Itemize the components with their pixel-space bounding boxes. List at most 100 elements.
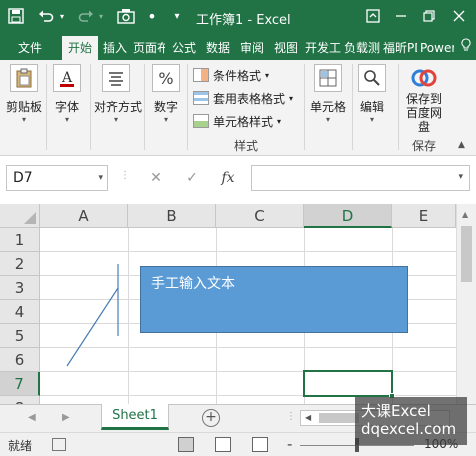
number-label: 数字 — [153, 100, 178, 114]
ribbon-tabs: 文件 开始 插入 页面布局 公式 数据 审阅 视图 开发工具 负载测试 福昕PD… — [0, 34, 476, 60]
styles-group-label: 样式 — [234, 139, 259, 153]
worksheet-grid[interactable]: A B C D E 1 2 3 4 5 6 7 8 手工输入文本 — [0, 204, 476, 404]
chevron-down-icon: ▾ — [113, 115, 118, 124]
ribbon-divider — [304, 64, 305, 150]
conditional-format-button[interactable]: 条件格式 ▾ — [193, 66, 269, 84]
title-bar: ▾ ▾ • ▾ 工作簿1 - Excel — [0, 0, 476, 34]
sheet-tab-sheet1[interactable]: Sheet1 — [101, 404, 169, 430]
cell-styles-label: 单元格样式 — [213, 114, 274, 129]
clipboard-button[interactable]: 剪贴板 ▾ — [2, 64, 46, 124]
tab-power-pivot[interactable]: Power Pivot — [420, 36, 454, 60]
next-sheet-icon[interactable]: ▶ — [62, 412, 70, 423]
vertical-scroll-thumb[interactable] — [461, 226, 472, 282]
normal-view-icon[interactable] — [178, 437, 194, 452]
tab-file[interactable]: 文件 — [4, 36, 56, 60]
tab-load-test[interactable]: 负载测试 — [344, 36, 380, 60]
macro-record-icon[interactable] — [52, 438, 66, 451]
horizontal-scroll-thumb[interactable] — [319, 413, 359, 423]
tab-split-grip-icon[interactable]: ⋮ — [286, 411, 296, 422]
tab-home[interactable]: 开始 — [62, 36, 98, 60]
ribbon-display-icon[interactable] — [364, 6, 382, 26]
name-box[interactable]: D7 ▾ — [6, 165, 108, 191]
clipboard-icon — [10, 64, 38, 92]
cell-styles-button[interactable]: 单元格样式 ▾ — [193, 112, 281, 130]
cells-button[interactable]: 单元格 ▾ — [306, 64, 350, 124]
cells-icon — [314, 64, 342, 92]
save-to-baidu-button[interactable]: 保存到百度网盘 — [400, 64, 444, 138]
redo-dropdown-icon[interactable]: ▾ — [96, 6, 106, 26]
text-box-content: 手工输入文本 — [151, 276, 235, 292]
chevron-down-icon: ▾ — [289, 93, 294, 103]
cancel-icon[interactable]: ✕ — [138, 170, 174, 186]
ribbon-divider — [187, 64, 188, 150]
redo-icon[interactable] — [76, 6, 96, 26]
table-format-label: 套用表格格式 — [213, 91, 286, 106]
scroll-left-icon[interactable]: ◀ — [305, 413, 311, 422]
name-box-value: D7 — [13, 170, 33, 186]
tab-view[interactable]: 视图 — [271, 36, 301, 60]
zoom-out-button[interactable]: - — [287, 435, 292, 453]
camera-icon[interactable] — [116, 6, 136, 26]
editing-button[interactable]: 编辑 ▾ — [350, 64, 394, 124]
active-cell-d7[interactable] — [303, 370, 393, 397]
scroll-up-icon[interactable]: ▲ — [462, 210, 468, 219]
font-button[interactable]: A 字体 ▾ — [45, 64, 89, 124]
baidu-cloud-icon — [410, 64, 438, 92]
text-box-shape[interactable]: 手工输入文本 — [140, 266, 408, 333]
undo-dropdown-icon[interactable]: ▾ — [57, 6, 67, 26]
page-break-view-icon[interactable] — [252, 437, 268, 452]
restore-icon[interactable] — [420, 6, 438, 26]
watermark-line1: 大课Excel — [361, 402, 431, 420]
formula-buttons: ✕ ✓ fx — [138, 165, 248, 191]
chevron-down-icon: ▾ — [325, 115, 330, 124]
customize-qat-icon[interactable]: ▾ — [170, 6, 184, 26]
alignment-button[interactable]: 对齐方式 ▾ — [94, 64, 143, 124]
minimize-icon[interactable] — [392, 6, 410, 26]
conditional-format-label: 条件格式 — [213, 68, 262, 83]
more-dot-icon[interactable]: • — [146, 6, 158, 26]
enter-icon[interactable]: ✓ — [174, 170, 210, 186]
percent-icon: % — [152, 64, 180, 92]
number-button[interactable]: % 数字 ▾ — [144, 64, 188, 124]
chevron-down-icon: ▾ — [21, 115, 26, 124]
table-format-button[interactable]: 套用表格格式 ▾ — [193, 89, 293, 107]
conditional-format-icon — [193, 68, 209, 82]
tab-review[interactable]: 审阅 — [237, 36, 267, 60]
formula-bar: D7 ▾ ⋮ ✕ ✓ fx ▾ — [0, 156, 476, 202]
ribbon-divider — [398, 64, 399, 150]
watermark-line2: dqexcel.com — [361, 420, 457, 438]
insert-function-button[interactable]: fx — [210, 170, 246, 186]
undo-icon[interactable] — [36, 6, 56, 26]
tell-me-icon[interactable] — [458, 36, 474, 60]
save-icon[interactable] — [6, 6, 26, 26]
alignment-label: 对齐方式 — [94, 100, 143, 114]
tab-foxit-pdf[interactable]: 福昕PDF — [383, 36, 417, 60]
diagonal-line-shape[interactable] — [66, 287, 119, 367]
clipboard-label: 剪贴板 — [5, 100, 42, 114]
chevron-down-icon[interactable]: ▾ — [98, 166, 103, 190]
tab-developer[interactable]: 开发工具 — [305, 36, 341, 60]
page-layout-view-icon[interactable] — [215, 437, 231, 452]
add-sheet-button[interactable]: + — [202, 409, 220, 427]
font-label: 字体 — [54, 100, 79, 114]
chevron-down-icon: ▾ — [277, 116, 282, 126]
ribbon-home: 剪贴板 ▾ A 字体 ▾ 对齐方式 ▾ % 数字 ▾ 条件格式 ▾ 套用表格格式… — [0, 60, 476, 156]
svg-text:A: A — [61, 70, 73, 86]
tab-insert[interactable]: 插入 — [100, 36, 130, 60]
close-icon[interactable] — [450, 6, 468, 26]
ribbon-divider — [90, 64, 91, 150]
formula-input[interactable]: ▾ — [251, 165, 470, 191]
save-to-baidu-label: 保存到百度网盘 — [405, 92, 442, 134]
prev-sheet-icon[interactable]: ◀ — [28, 412, 36, 423]
chevron-down-icon[interactable]: ▾ — [458, 172, 463, 182]
vertical-scrollbar[interactable]: ▲ — [456, 204, 476, 404]
tab-page-layout[interactable]: 页面布局 — [133, 36, 165, 60]
watermark: 大课Excel dqexcel.com — [355, 397, 467, 445]
collapse-ribbon-icon[interactable]: ▲ — [458, 140, 465, 150]
tab-data[interactable]: 数据 — [203, 36, 233, 60]
cells-label: 单元格 — [309, 100, 346, 114]
tab-formulas[interactable]: 公式 — [169, 36, 199, 60]
save-group-label: 保存 — [412, 139, 437, 153]
table-format-icon — [193, 91, 209, 105]
formula-bar-grip-icon: ⋮ — [120, 170, 130, 181]
